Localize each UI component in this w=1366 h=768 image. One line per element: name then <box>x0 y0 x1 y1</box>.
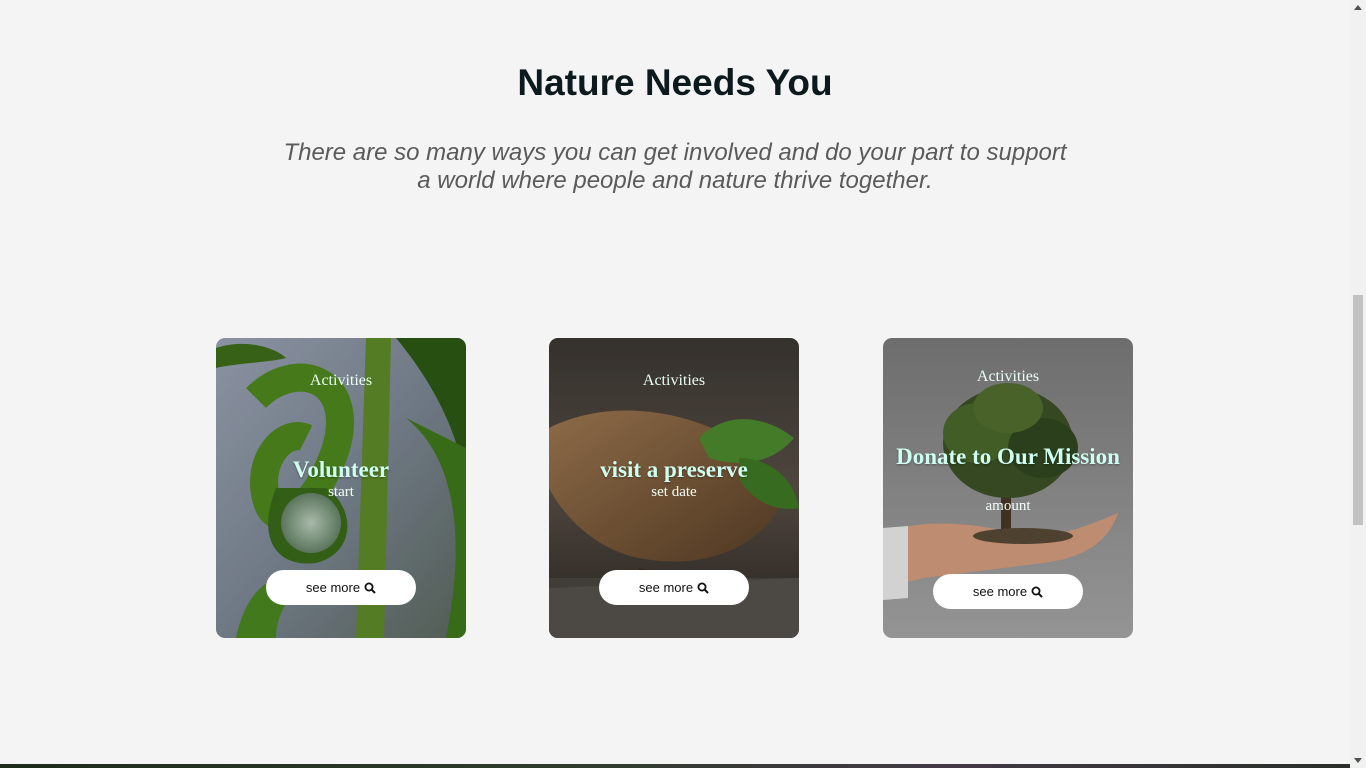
card-title: Donate to Our Mission <box>896 444 1120 469</box>
search-icon <box>1031 586 1043 598</box>
section-subtitle: There are so many ways you can get invol… <box>275 139 1075 195</box>
scrollbar-thumb[interactable] <box>1353 295 1363 525</box>
see-more-button-volunteer[interactable]: see more <box>266 570 416 605</box>
card-volunteer[interactable]: Activities Volunteer start see more <box>216 338 466 638</box>
vertical-scrollbar[interactable] <box>1350 0 1366 768</box>
card-visit-preserve[interactable]: Activities visit a preserve set date see… <box>549 338 799 638</box>
search-icon <box>697 582 709 594</box>
card-title: visit a preserve <box>600 457 748 482</box>
see-more-label: see more <box>638 580 694 595</box>
next-section-edge <box>0 764 1350 768</box>
card-subtitle: set date <box>651 484 697 500</box>
card-category: Activities <box>642 372 706 389</box>
scroll-up-arrow-icon[interactable] <box>1354 5 1362 10</box>
section-title: Nature Needs You <box>517 62 833 103</box>
card-category: Activities <box>976 368 1040 385</box>
scroll-down-arrow-icon[interactable] <box>1354 758 1362 763</box>
nature-needs-you-section: Nature Needs You There are so many ways … <box>0 0 1350 768</box>
see-more-button-preserve[interactable]: see more <box>599 570 749 605</box>
card-category: Activities <box>309 372 373 389</box>
card-subtitle: start <box>328 484 354 500</box>
card-subtitle: amount <box>985 498 1031 514</box>
subtitle-line-1: There are so many ways you can get invol… <box>283 139 1067 166</box>
card-donate[interactable]: Activities Donate to Our Mission amount … <box>883 338 1133 638</box>
see-more-button-donate[interactable]: see more <box>933 574 1083 609</box>
subtitle-line-2: a world where people and nature thrive t… <box>417 167 933 194</box>
see-more-label: see more <box>305 580 361 595</box>
search-icon <box>364 582 376 594</box>
see-more-label: see more <box>972 584 1028 599</box>
card-title: Volunteer <box>292 457 390 482</box>
